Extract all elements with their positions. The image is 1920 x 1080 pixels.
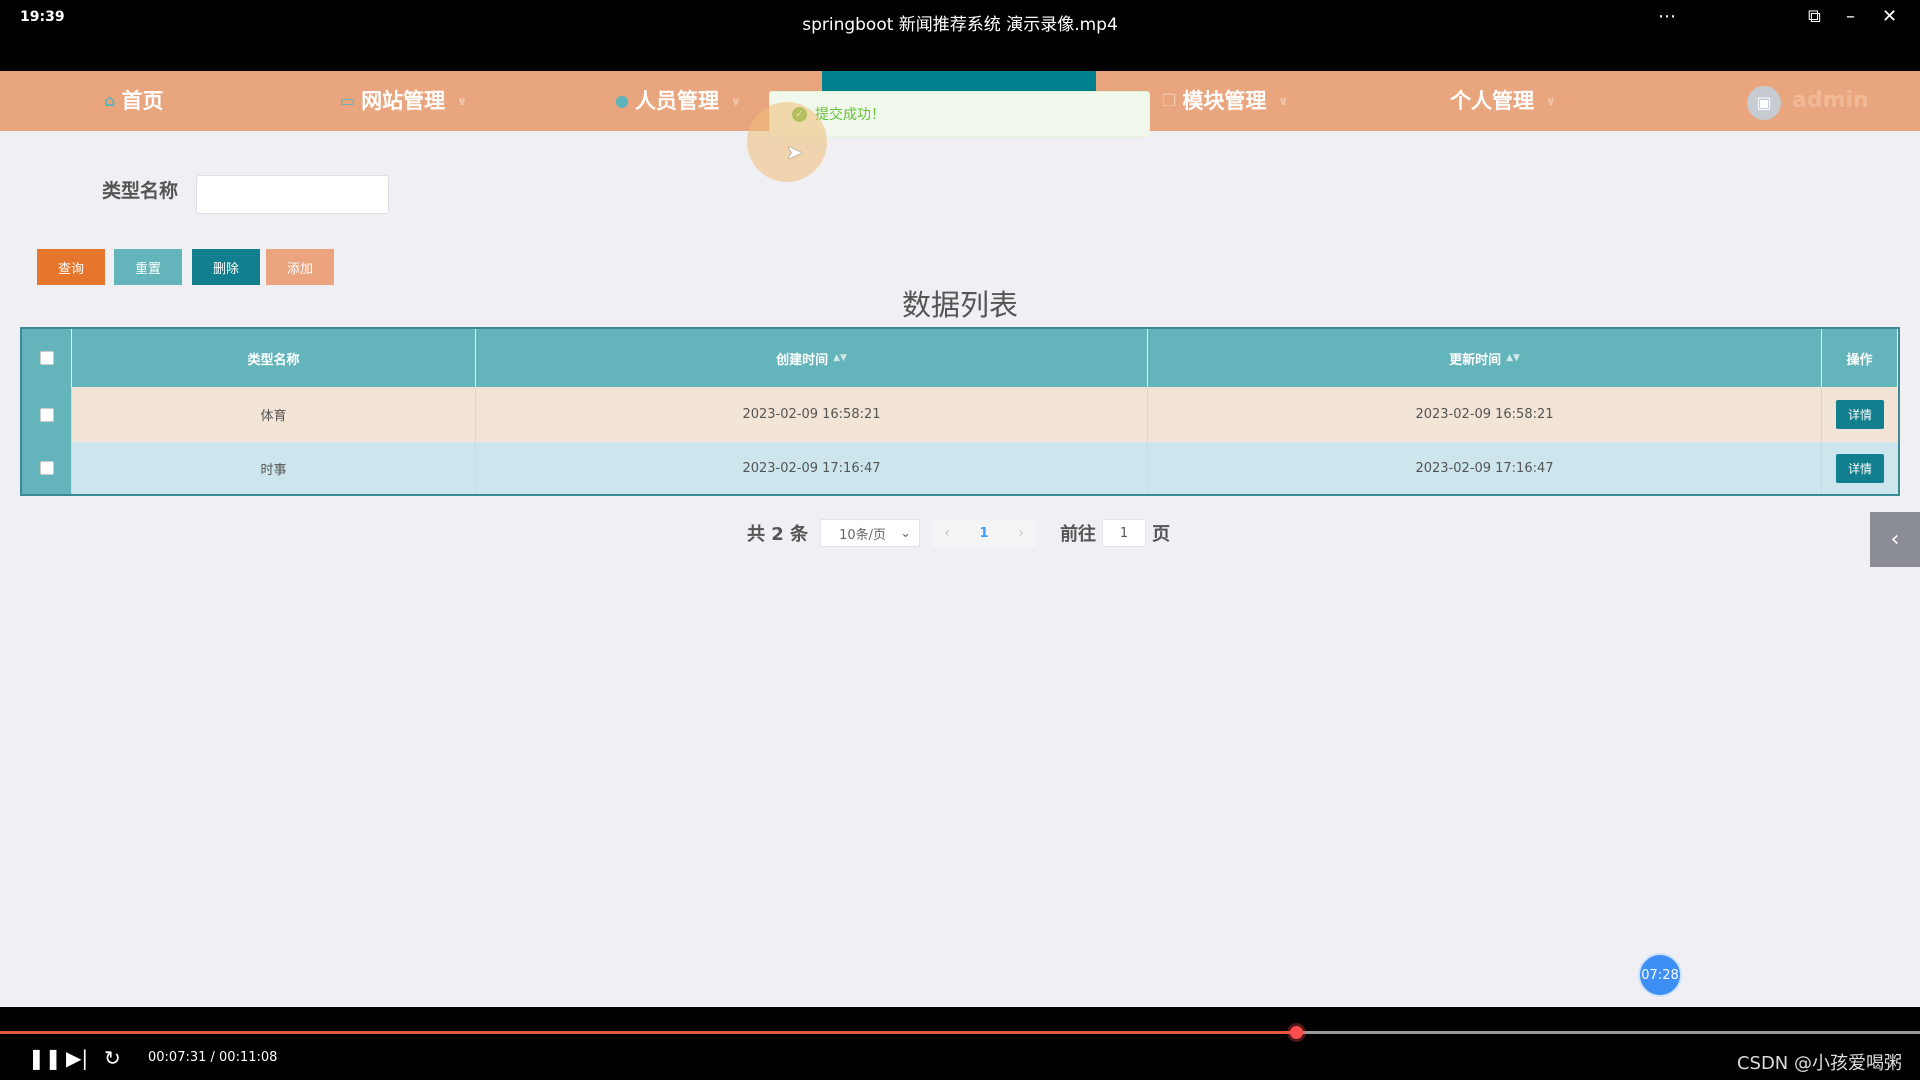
select-all-checkbox[interactable] [39, 351, 54, 365]
nav-label: 模块管理 [1182, 89, 1267, 113]
copy-icon: ❐ [1162, 91, 1177, 110]
chevron-down-icon: ⌄ [900, 525, 912, 541]
add-button[interactable]: 添加 [266, 249, 334, 285]
cell-created: 2023-02-09 16:58:21 [476, 387, 1148, 442]
active-nav-indicator [822, 71, 1096, 91]
sort-icon[interactable]: ▲▼ [833, 353, 847, 363]
nav-personal-management[interactable]: 个人管理 ∨ [1450, 71, 1556, 131]
next-page-button[interactable]: › [1006, 519, 1037, 547]
playback-time: 00:07:31 / 00:11:08 [148, 1050, 278, 1065]
header-label: 创建时间 [776, 352, 829, 368]
goto-page-input[interactable]: 1 [1102, 519, 1147, 547]
nav-site-management[interactable]: ▭ 网站管理 ∨ [340, 71, 467, 131]
header-label: 更新时间 [1449, 352, 1502, 368]
page-size-select[interactable]: 10条/页 ⌄ [820, 519, 921, 547]
pause-icon[interactable]: ❚❚ [28, 1046, 62, 1070]
success-toast: ✓提交成功！ [769, 91, 1150, 137]
nav-home[interactable]: ⌂ 首页 [104, 71, 163, 131]
mouse-cursor-icon: ➤ [786, 140, 803, 164]
video-player-titlebar: 19:39 springboot 新闻推荐系统 演示录像.mp4 ⋯ ⧉ – ✕ [0, 0, 1920, 71]
nav-module-management[interactable]: ❐ 模块管理 ∨ [1162, 71, 1288, 131]
page-number[interactable]: 1 [962, 519, 1007, 547]
header-updated[interactable]: 更新时间 ▲▼ [1148, 329, 1822, 387]
monitor-icon: ▭ [340, 91, 356, 110]
pagination: 共 2 条 10条/页 ⌄ ‹ 1 › 前往 1 页 [747, 517, 1170, 549]
video-title: springboot 新闻推荐系统 演示录像.mp4 [802, 15, 1118, 35]
page-size-value: 10条/页 [839, 527, 886, 543]
search-label: 类型名称 [102, 180, 179, 202]
row-select-cell [22, 442, 72, 494]
next-icon[interactable]: ▶| [66, 1046, 88, 1070]
row-checkbox[interactable] [39, 407, 54, 422]
avatar[interactable]: ▣ [1747, 86, 1781, 120]
nav-label: 首页 [121, 89, 164, 113]
prev-page-button[interactable]: ‹ [932, 519, 963, 547]
header-type-name: 类型名称 [72, 329, 476, 387]
list-title: 数据列表 [901, 288, 1018, 322]
video-controls [0, 1007, 1920, 1080]
home-icon: ⌂ [104, 91, 116, 110]
chevron-down-icon: ∨ [457, 94, 467, 108]
sort-icon[interactable]: ▲▼ [1506, 353, 1520, 363]
cell-type-name: 时事 [72, 442, 476, 494]
detail-button[interactable]: 详情 [1835, 400, 1884, 429]
side-collapse-button[interactable]: ‹ [1870, 512, 1920, 567]
more-icon[interactable]: ⋯ [1658, 6, 1676, 27]
pip-icon[interactable]: ⧉ [1808, 6, 1821, 27]
chevron-down-icon: ∨ [1278, 94, 1289, 108]
detail-button[interactable]: 详情 [1835, 453, 1884, 483]
nav-label: 网站管理 [361, 89, 446, 113]
close-icon[interactable]: ✕ [1882, 6, 1897, 27]
cell-type-name: 体育 [72, 387, 476, 442]
header-actions: 操作 [1822, 329, 1898, 387]
select-all-cell [22, 329, 72, 387]
chevron-down-icon: ∨ [730, 94, 741, 108]
table-header: 类型名称 创建时间 ▲▼ 更新时间 ▲▼ 操作 [22, 329, 1898, 387]
user-icon: ● [615, 91, 629, 110]
progress-fill [0, 1031, 1296, 1034]
table-row: 时事 2023-02-09 17:16:47 2023-02-09 17:16:… [22, 442, 1898, 494]
nav-label: 人员管理 [634, 89, 719, 113]
total-count: 共 2 条 [747, 524, 809, 545]
nav-user-management[interactable]: ● 人员管理 ∨ [615, 71, 741, 131]
progress-handle[interactable] [1290, 1026, 1303, 1039]
minimize-icon[interactable]: – [1846, 6, 1855, 27]
cell-actions: 详情 [1822, 442, 1898, 494]
toast-message: 提交成功！ [815, 107, 885, 123]
nav-label: 个人管理 [1450, 89, 1534, 113]
chevron-down-icon: ∨ [1546, 94, 1556, 108]
data-table: 类型名称 创建时间 ▲▼ 更新时间 ▲▼ 操作 体育 2023-02-09 16:5… [20, 327, 1900, 496]
cell-created: 2023-02-09 17:16:47 [476, 442, 1148, 494]
timestamp-bubble[interactable]: 07:28 [1638, 953, 1682, 997]
chevron-left-icon: ‹ [1890, 527, 1900, 552]
query-button[interactable]: 查询 [37, 249, 105, 285]
header-created[interactable]: 创建时间 ▲▼ [476, 329, 1148, 387]
cell-actions: 详情 [1822, 387, 1898, 442]
cell-updated: 2023-02-09 16:58:21 [1148, 387, 1822, 442]
loop-icon[interactable]: ↻ [104, 1046, 121, 1070]
goto-label: 前往 [1060, 524, 1097, 545]
row-select-cell [22, 387, 72, 442]
cell-updated: 2023-02-09 17:16:47 [1148, 442, 1822, 494]
type-name-input[interactable] [196, 175, 389, 214]
username[interactable]: admin [1792, 71, 1869, 131]
reset-button[interactable]: 重置 [114, 249, 182, 285]
watermark: CSDN @小孩爱喝粥 [1736, 1053, 1902, 1074]
row-checkbox[interactable] [39, 461, 54, 475]
delete-button[interactable]: 删除 [192, 249, 260, 285]
page-suffix: 页 [1152, 524, 1171, 545]
table-row: 体育 2023-02-09 16:58:21 2023-02-09 16:58:… [22, 387, 1898, 442]
